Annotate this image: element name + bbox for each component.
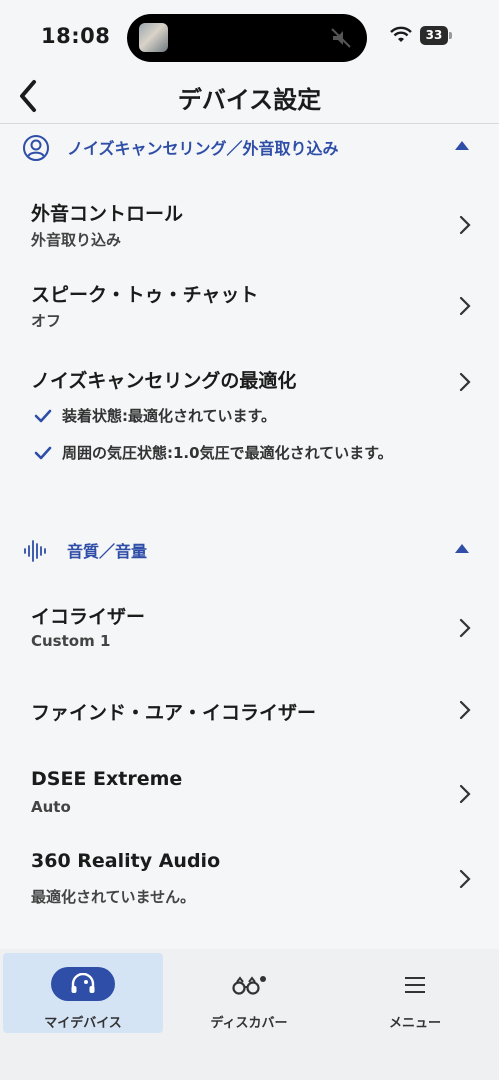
speak-to-chat-row[interactable]: スピーク・トゥ・チャット オフ bbox=[0, 272, 499, 342]
wifi-icon bbox=[390, 26, 412, 42]
status-bar: 18:08 33 bbox=[0, 0, 499, 70]
chevron-right-icon bbox=[459, 372, 471, 392]
device-settings-screen: 18:08 33 デバイス設定 ノイズキャンセリング／外音取り込み 外音コントロ… bbox=[0, 0, 499, 1080]
check-item: 装着状態:最適化されています。 bbox=[34, 405, 276, 426]
row-title: ノイズキャンセリングの最適化 bbox=[31, 370, 297, 392]
row-title: スピーク・トゥ・チャット bbox=[31, 284, 259, 306]
bottom-tab-bar: マイデバイス ディスカバー メニュー bbox=[0, 949, 499, 1080]
chevron-right-icon bbox=[459, 215, 471, 235]
chevron-right-icon bbox=[459, 869, 471, 889]
find-your-equalizer-row[interactable]: ファインド・ユア・イコライザー bbox=[0, 690, 499, 732]
check-item: 周囲の気圧状態:1.0気圧で最適化されています。 bbox=[34, 442, 393, 463]
row-subtitle: Auto bbox=[31, 798, 71, 816]
page-title: デバイス設定 bbox=[177, 86, 322, 114]
row-title: ファインド・ユア・イコライザー bbox=[31, 702, 317, 724]
row-subtitle: 外音取り込み bbox=[31, 231, 122, 249]
tab-label: マイデバイス bbox=[44, 1016, 122, 1031]
tab-discover[interactable]: ディスカバー bbox=[169, 953, 329, 1033]
nav-header: デバイス設定 bbox=[0, 70, 499, 124]
muted-icon bbox=[331, 28, 351, 48]
collapse-caret-icon[interactable] bbox=[455, 544, 469, 553]
row-title: DSEE Extreme bbox=[31, 768, 183, 790]
tab-my-device[interactable]: マイデバイス bbox=[3, 953, 163, 1033]
person-circle-icon bbox=[23, 135, 49, 161]
active-pill bbox=[51, 967, 115, 1001]
battery-icon: 33 bbox=[420, 26, 448, 45]
nc-optimizer-row[interactable]: ノイズキャンセリングの最適化 bbox=[0, 360, 499, 400]
sound-wave-icon bbox=[24, 540, 46, 562]
headphones-icon bbox=[71, 973, 95, 993]
collapse-caret-icon[interactable] bbox=[455, 141, 469, 150]
ambient-sound-control-row[interactable]: 外音コントロール 外音取り込み bbox=[0, 190, 499, 260]
equalizer-row[interactable]: イコライザー Custom 1 bbox=[0, 592, 499, 664]
chevron-right-icon bbox=[459, 700, 471, 720]
chevron-right-icon bbox=[459, 618, 471, 638]
row-title: イコライザー bbox=[31, 606, 146, 628]
now-playing-thumbnail bbox=[139, 23, 168, 52]
dynamic-island[interactable] bbox=[127, 14, 367, 62]
row-title: 360 Reality Audio bbox=[31, 850, 221, 872]
tab-label: メニュー bbox=[388, 1016, 441, 1031]
section-title: ノイズキャンセリング／外音取り込み bbox=[67, 139, 339, 158]
chevron-right-icon bbox=[459, 296, 471, 316]
battery-cap bbox=[449, 32, 452, 39]
tab-menu[interactable]: メニュー bbox=[335, 953, 495, 1033]
binoculars-icon bbox=[232, 976, 266, 995]
row-subtitle: Custom 1 bbox=[31, 632, 111, 650]
section-header-noise-cancelling[interactable]: ノイズキャンセリング／外音取り込み bbox=[0, 125, 499, 169]
row-title: 外音コントロール bbox=[31, 203, 184, 225]
checkmark-icon bbox=[34, 446, 52, 459]
hamburger-menu-icon bbox=[405, 977, 425, 993]
check-text: 装着状態:最適化されています。 bbox=[62, 407, 277, 425]
chevron-right-icon bbox=[459, 784, 471, 804]
tab-label: ディスカバー bbox=[210, 1016, 288, 1031]
check-text: 周囲の気圧状態:1.0気圧で最適化されています。 bbox=[62, 444, 393, 462]
section-header-sound-quality[interactable]: 音質／音量 bbox=[0, 528, 499, 572]
360-reality-audio-row[interactable]: 360 Reality Audio 最適化されていません。 bbox=[0, 842, 499, 914]
section-title: 音質／音量 bbox=[67, 542, 148, 561]
checkmark-icon bbox=[34, 409, 52, 422]
status-time: 18:08 bbox=[41, 24, 111, 48]
row-subtitle: オフ bbox=[31, 312, 62, 330]
row-subtitle: 最適化されていません。 bbox=[31, 888, 196, 906]
dsee-extreme-row[interactable]: DSEE Extreme Auto bbox=[0, 760, 499, 830]
